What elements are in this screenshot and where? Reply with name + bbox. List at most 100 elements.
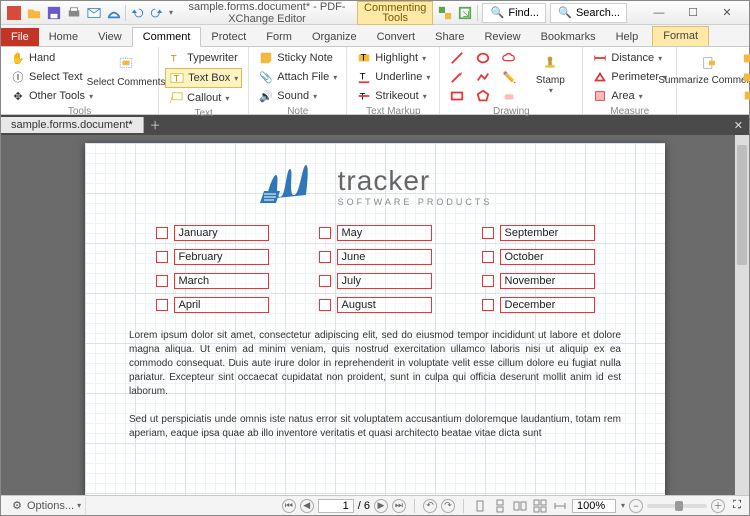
options-button[interactable]: ⚙Options...▾	[5, 497, 86, 515]
checkbox[interactable]	[319, 299, 331, 311]
month-label[interactable]: August	[337, 297, 432, 313]
highlight-tool[interactable]: THighlight▾	[353, 49, 433, 67]
scan-icon[interactable]	[105, 4, 123, 22]
tab-form[interactable]: Form	[256, 28, 302, 46]
other-tools[interactable]: ✥Other Tools▾	[7, 87, 96, 105]
close-button[interactable]: ✕	[713, 4, 741, 22]
line-tool[interactable]	[446, 49, 468, 67]
month-label[interactable]: June	[337, 249, 432, 265]
select-comments[interactable]: Select Comments	[100, 49, 152, 105]
month-label[interactable]: September	[500, 225, 595, 241]
month-label[interactable]: December	[500, 297, 595, 313]
layout-cont-icon[interactable]	[492, 498, 508, 514]
checkbox[interactable]	[156, 275, 168, 287]
month-label[interactable]: October	[500, 249, 595, 265]
tab-convert[interactable]: Convert	[367, 28, 426, 46]
search-button[interactable]: 🔍Search...	[550, 3, 627, 23]
zoom-dropdown[interactable]: ▾	[621, 501, 625, 510]
new-tab-button[interactable]: ＋	[144, 117, 167, 133]
first-page-button[interactable]: ⏮	[282, 499, 296, 513]
arrow-tool[interactable]	[446, 68, 468, 86]
save-icon[interactable]	[45, 4, 63, 22]
document-tab[interactable]: sample.forms.document*	[1, 117, 144, 133]
polygon-tool[interactable]	[472, 87, 494, 105]
redo-icon[interactable]	[148, 4, 166, 22]
month-label[interactable]: July	[337, 273, 432, 289]
stamp-tool[interactable]: Stamp▾	[524, 49, 576, 105]
export-comments[interactable]: Export	[739, 68, 750, 86]
tab-file[interactable]: File	[1, 28, 39, 46]
vertical-scrollbar[interactable]	[735, 135, 749, 497]
nav-fwd-button[interactable]: ↷	[441, 499, 455, 513]
tab-view[interactable]: View	[88, 28, 132, 46]
month-label[interactable]: May	[337, 225, 432, 241]
tab-help[interactable]: Help	[606, 28, 649, 46]
last-page-button[interactable]: ⏭	[392, 499, 406, 513]
polyline-tool[interactable]	[472, 68, 494, 86]
pencil-tool[interactable]: ✏️	[498, 68, 520, 86]
zoom-in-button[interactable]: ＋	[711, 499, 725, 513]
month-label[interactable]: March	[174, 273, 269, 289]
show-comments[interactable]: Show▾	[739, 87, 750, 105]
ui-options-icon[interactable]	[437, 5, 453, 21]
fit-width-icon[interactable]	[552, 498, 568, 514]
callout-tool[interactable]: Callout▾	[165, 89, 242, 107]
next-page-button[interactable]: ▶	[374, 499, 388, 513]
hand-tool[interactable]: ✋Hand	[7, 49, 96, 67]
month-label[interactable]: November	[500, 273, 595, 289]
oval-tool[interactable]	[472, 49, 494, 67]
qat-dropdown[interactable]: ▾	[169, 8, 173, 17]
area-tool[interactable]: Area▾	[589, 87, 670, 105]
month-label[interactable]: January	[174, 225, 269, 241]
cloud-tool[interactable]	[498, 49, 520, 67]
page-number-input[interactable]: 1	[318, 499, 354, 513]
zoom-input[interactable]: 100%	[572, 499, 616, 513]
layout-facing-cont-icon[interactable]	[532, 498, 548, 514]
tab-share[interactable]: Share	[425, 28, 474, 46]
import-comments[interactable]: Import	[739, 49, 750, 67]
eraser-tool[interactable]	[498, 87, 520, 105]
rect-tool[interactable]	[446, 87, 468, 105]
zoom-slider[interactable]	[647, 504, 707, 508]
text-box-tool[interactable]: TText Box▾	[165, 68, 242, 88]
email-icon[interactable]	[85, 4, 103, 22]
checkbox[interactable]	[319, 251, 331, 263]
fullscreen-icon[interactable]: ⛶	[729, 498, 745, 514]
checkbox[interactable]	[156, 227, 168, 239]
checkbox[interactable]	[319, 275, 331, 287]
nav-back-button[interactable]: ↶	[423, 499, 437, 513]
strikeout-tool[interactable]: TStrikeout▾	[353, 87, 433, 105]
sticky-note-tool[interactable]: Sticky Note	[255, 49, 340, 67]
select-text-tool[interactable]: ⒾSelect Text	[7, 68, 96, 86]
tab-format[interactable]: Format	[652, 26, 709, 46]
open-icon[interactable]	[25, 4, 43, 22]
launch-icon[interactable]	[457, 5, 473, 21]
app-icon[interactable]	[5, 4, 23, 22]
distance-tool[interactable]: Distance▾	[589, 49, 670, 67]
checkbox[interactable]	[482, 275, 494, 287]
close-tab-button[interactable]: ✕	[728, 119, 749, 132]
sound-tool[interactable]: 🔊Sound▾	[255, 87, 340, 105]
tab-comment[interactable]: Comment	[132, 27, 202, 47]
minimize-button[interactable]: —	[645, 4, 673, 22]
tab-home[interactable]: Home	[39, 28, 88, 46]
print-icon[interactable]	[65, 4, 83, 22]
typewriter-tool[interactable]: TTypewriter	[165, 49, 242, 67]
checkbox[interactable]	[482, 227, 494, 239]
tab-bookmarks[interactable]: Bookmarks	[531, 28, 606, 46]
tab-protect[interactable]: Protect	[201, 28, 256, 46]
checkbox[interactable]	[156, 251, 168, 263]
checkbox[interactable]	[156, 299, 168, 311]
month-label[interactable]: April	[174, 297, 269, 313]
tab-review[interactable]: Review	[474, 28, 530, 46]
summarize-comments[interactable]: Summarize Comments	[683, 49, 735, 105]
checkbox[interactable]	[482, 299, 494, 311]
maximize-button[interactable]: ☐	[679, 4, 707, 22]
checkbox[interactable]	[319, 227, 331, 239]
find-button[interactable]: 🔍Find...	[482, 3, 546, 23]
checkbox[interactable]	[482, 251, 494, 263]
document-viewport[interactable]: tracker SOFTWARE PRODUCTS JanuaryFebruar…	[1, 135, 749, 497]
tab-organize[interactable]: Organize	[302, 28, 367, 46]
layout-facing-icon[interactable]	[512, 498, 528, 514]
underline-tool[interactable]: TUnderline▾	[353, 68, 433, 86]
